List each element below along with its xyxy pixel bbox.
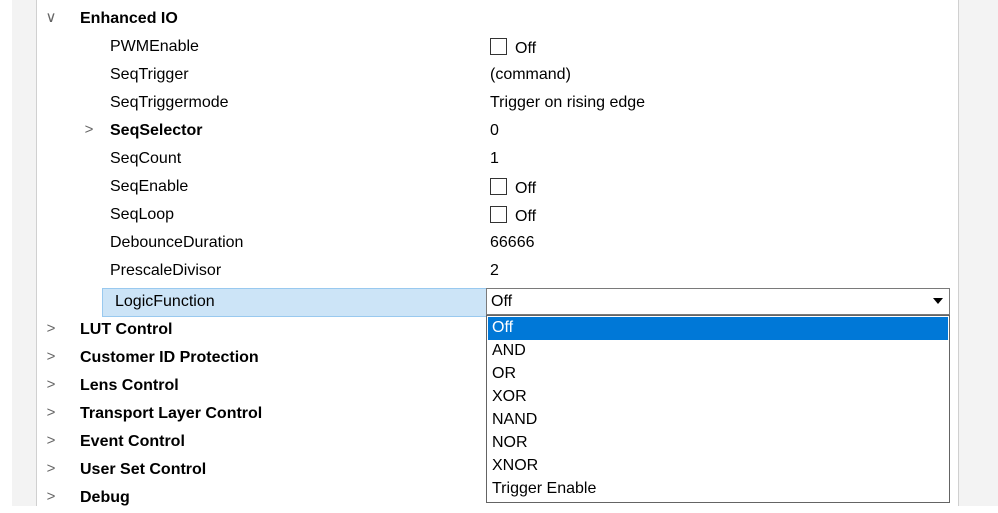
category-label: Enhanced IO [80, 10, 178, 27]
property-value[interactable]: (command) [490, 66, 571, 84]
property-name: SeqTriggermode [110, 94, 229, 111]
option-off[interactable]: Off [488, 317, 948, 340]
collapse-icon[interactable]: ∨ [44, 8, 58, 28]
category-label: Customer ID Protection [80, 349, 259, 366]
property-value[interactable]: 2 [490, 262, 499, 280]
dropdown-arrow-icon[interactable] [933, 298, 943, 304]
property-row-debounceduration[interactable]: DebounceDuration 66666 [36, 230, 956, 258]
category-label: Lens Control [80, 377, 179, 394]
property-value[interactable]: Off [490, 38, 536, 58]
property-value[interactable]: 0 [490, 122, 499, 140]
property-name: SeqTrigger [110, 66, 189, 83]
logicfunction-combobox[interactable]: Off [486, 288, 950, 315]
option-trigger-enable[interactable]: Trigger Enable [488, 478, 948, 501]
property-row-seqtrigger[interactable]: SeqTrigger (command) [36, 62, 956, 90]
option-nand[interactable]: NAND [488, 409, 948, 432]
checkbox[interactable] [490, 206, 507, 223]
property-row-seqcount[interactable]: SeqCount 1 [36, 146, 956, 174]
combobox-value: Off [491, 293, 513, 310]
category-label: Event Control [80, 433, 185, 450]
property-row-logicfunction[interactable]: LogicFunction [102, 288, 488, 317]
property-row-prescaledivisor[interactable]: PrescaleDivisor 2 [36, 258, 956, 286]
property-value[interactable]: Trigger on rising edge [490, 94, 645, 112]
option-xnor[interactable]: XNOR [488, 455, 948, 478]
property-name: PrescaleDivisor [110, 262, 222, 279]
option-or[interactable]: OR [488, 363, 948, 386]
category-enhanced-io[interactable]: ∨ Enhanced IO [36, 6, 956, 34]
checkbox[interactable] [490, 38, 507, 55]
chevron-right-icon[interactable]: > [44, 319, 58, 339]
scrollbar[interactable] [958, 0, 998, 506]
chevron-right-icon[interactable]: > [44, 403, 58, 423]
property-name: SeqLoop [110, 206, 175, 223]
property-name: SeqSelector [110, 122, 203, 139]
property-value[interactable]: Off [490, 178, 536, 198]
property-name: SeqCount [110, 150, 182, 167]
property-value[interactable]: Off [490, 206, 536, 226]
chevron-right-icon[interactable]: > [44, 487, 58, 507]
property-row-seqenable[interactable]: SeqEnable Off [36, 174, 956, 202]
category-label: User Set Control [80, 461, 207, 478]
chevron-right-icon[interactable]: > [44, 375, 58, 395]
property-name: PWMEnable [110, 38, 199, 55]
category-label: Debug [80, 489, 130, 506]
property-row-pwmenable[interactable]: PWMEnable Off [36, 34, 956, 62]
checkbox[interactable] [490, 178, 507, 195]
left-margin-strip [12, 0, 37, 506]
category-label: Transport Layer Control [80, 405, 263, 422]
property-name: SeqEnable [110, 178, 189, 195]
category-label: LUT Control [80, 321, 173, 338]
property-row-seqloop[interactable]: SeqLoop Off [36, 202, 956, 230]
chevron-right-icon[interactable]: > [44, 347, 58, 367]
option-nor[interactable]: NOR [488, 432, 948, 455]
option-xor[interactable]: XOR [488, 386, 948, 409]
property-value[interactable]: 1 [490, 150, 499, 168]
chevron-right-icon[interactable]: > [44, 459, 58, 479]
property-value[interactable]: 66666 [490, 234, 535, 252]
property-name: LogicFunction [115, 293, 215, 310]
property-row-seqtriggermode[interactable]: SeqTriggermode Trigger on rising edge [36, 90, 956, 118]
option-and[interactable]: AND [488, 340, 948, 363]
chevron-right-icon[interactable]: > [44, 431, 58, 451]
property-name: DebounceDuration [110, 234, 244, 251]
logicfunction-dropdown-list[interactable]: Off AND OR XOR NAND NOR XNOR Trigger Ena… [486, 315, 950, 503]
property-grid: ∨ Enhanced IO PWMEnable Off SeqTrigger (… [0, 0, 998, 506]
chevron-right-icon[interactable]: > [82, 120, 96, 140]
property-row-seqselector[interactable]: > SeqSelector 0 [36, 118, 956, 146]
